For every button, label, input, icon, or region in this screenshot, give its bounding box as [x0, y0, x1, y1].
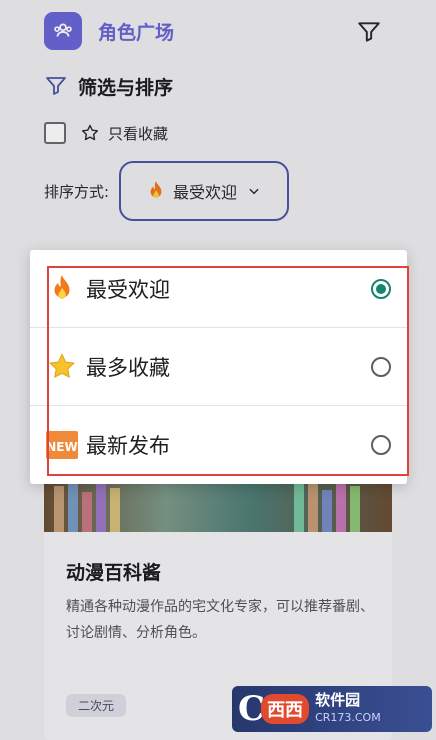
star-emoji — [46, 351, 78, 383]
watermark-text: 软件园 CR173.COM — [315, 691, 381, 727]
new-emoji: NEW — [46, 429, 78, 461]
watermark-domain: CR173.COM — [315, 711, 381, 724]
sort-option-newest[interactable]: NEW 最新发布 — [30, 406, 407, 484]
sort-option-favorites[interactable]: 最多收藏 — [30, 328, 407, 406]
sort-option-label: 最新发布 — [86, 434, 170, 458]
sort-option-label: 最受欢迎 — [86, 277, 170, 302]
sort-option-label: 最多收藏 — [86, 355, 170, 380]
watermark-logo: C 西西 软件园 CR173.COM — [232, 686, 432, 732]
fire-emoji — [46, 273, 78, 305]
radio-selected[interactable] — [371, 278, 391, 299]
watermark-name: 软件园 — [315, 691, 361, 709]
sort-dropdown-menu: 最受欢迎 最多收藏 NEW 最新发布 — [30, 250, 407, 484]
sort-option-popular[interactable]: 最受欢迎 — [30, 250, 407, 328]
radio-unselected[interactable] — [371, 356, 391, 377]
watermark-badge: 西西 — [261, 694, 310, 724]
svg-text:NEW: NEW — [46, 440, 77, 454]
radio-unselected[interactable] — [371, 435, 391, 455]
